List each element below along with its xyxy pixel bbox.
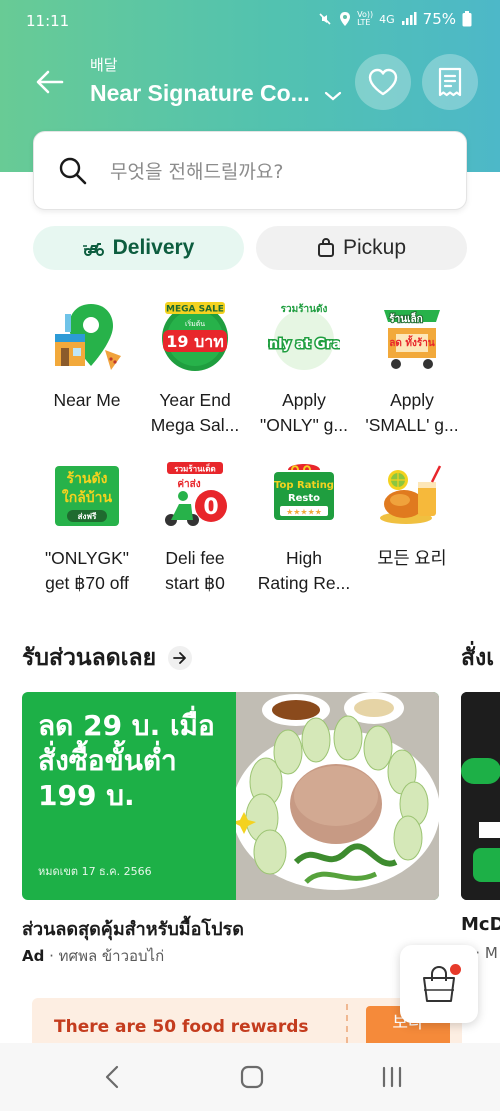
chevron-down-icon — [324, 91, 341, 100]
promo-banner-next[interactable] — [461, 692, 500, 900]
food-photo — [461, 692, 500, 900]
svg-text:★★★★★: ★★★★★ — [286, 508, 322, 517]
nav-recents-icon — [382, 1066, 402, 1088]
svg-text:ลด ทั้งร้าน: ลด ทั้งร้าน — [389, 335, 435, 349]
svg-text:เริ่มต้น: เริ่มต้น — [185, 319, 205, 328]
network-4g-icon: 4G — [379, 12, 395, 26]
system-nav-bar — [0, 1043, 500, 1111]
svg-text:ร้านดัง: ร้านดัง — [67, 471, 108, 487]
promo-banner-text: ลด 29 บ. เมื่อ สั่งซื้อขั้นต่ำ 199 บ. — [38, 709, 215, 812]
map-pin-store-icon — [51, 300, 123, 372]
category-only-at-grab[interactable]: รวมร้านดัง Only at Grab Apply "ONLY" g..… — [250, 300, 358, 438]
category-label: Deli fee start ฿0 — [165, 548, 225, 593]
battery-icon — [462, 11, 472, 27]
search-placeholder: 무엇을 전해드릴까요? — [110, 161, 284, 183]
search-icon — [59, 157, 87, 184]
favorites-button[interactable] — [355, 54, 411, 110]
scooter-icon — [82, 243, 104, 256]
promo-banner[interactable]: ลด 29 บ. เมื่อ สั่งซื้อขั้นต่ำ 199 บ. หม… — [22, 692, 439, 900]
promo-banner-expiry: หมดเขต 17 ธ.ค. 2566 — [38, 865, 152, 878]
delivery-mode-label: Delivery — [112, 236, 195, 259]
svg-text:ร้านเล็ก: ร้านเล็ก — [389, 311, 422, 325]
orders-button[interactable] — [422, 54, 478, 110]
volte-icon: Vo)) LTE — [357, 10, 374, 27]
next-section-title: สั่งเ — [461, 645, 495, 671]
category-label: Year End Mega Sal... — [150, 390, 240, 435]
back-arrow-icon — [36, 70, 64, 94]
promo-item-meta: Ad · ทศพล ข้าวอบไก่ — [22, 947, 165, 965]
svg-text:MEGA SALE: MEGA SALE — [166, 305, 224, 315]
pickup-mode-button[interactable]: Pickup — [256, 226, 467, 270]
nav-home-button[interactable] — [232, 1061, 272, 1093]
back-button[interactable] — [32, 64, 68, 100]
svg-text:ค่าส่ง: ค่าส่ง — [177, 478, 200, 490]
arrow-right-icon — [168, 646, 193, 670]
category-near-me[interactable]: Near Me — [33, 300, 141, 413]
ad-label: Ad — [22, 947, 45, 965]
category-label: "ONLYGK" get ฿70 off — [44, 548, 130, 593]
small-shop-icon: ร้านเล็ก ลด ทั้งร้าน — [376, 300, 448, 372]
status-time: 11:11 — [26, 12, 70, 30]
svg-text:Resto: Resto — [288, 493, 320, 504]
promo-section-header[interactable]: รับส่วนลดเลย — [22, 640, 193, 676]
mute-icon — [319, 13, 331, 25]
delivery-mode-button[interactable]: Delivery — [33, 226, 244, 270]
all-food-icon — [376, 458, 448, 530]
svg-text:19 บาท: 19 บาท — [166, 332, 224, 351]
svg-text:Top Rating: Top Rating — [274, 480, 334, 491]
category-label: Apply "ONLY" g... — [260, 390, 348, 435]
battery-percent: 75% — [422, 10, 456, 28]
category-label: Apply 'SMALL' g... — [365, 390, 459, 435]
location-selector[interactable]: Near Signature Co... — [90, 80, 342, 107]
svg-text:รวมร้านดัง: รวมร้านดัง — [281, 303, 328, 315]
nav-recents-button[interactable] — [372, 1061, 412, 1093]
category-mega-sale[interactable]: MEGA SALE เริ่มต้น 19 บาท Year End Mega … — [141, 300, 249, 438]
food-photo — [236, 692, 439, 900]
top-rating-icon: Top Rating Resto ★★★★★ — [268, 458, 340, 530]
merchant-name: ทศพล ข้าวอบไก่ — [58, 947, 165, 965]
promo-section-title: รับส่วนลดเลย — [22, 645, 157, 671]
status-bar: 11:11 Vo)) LTE 4G 75% — [0, 0, 500, 44]
svg-text:รวมร้านเด็ด: รวมร้านเด็ด — [174, 463, 215, 474]
category-label: Near Me — [53, 390, 121, 410]
category-onlygk[interactable]: ร้านดัง ใกล้บ้าน ส่งฟรี "ONLYGK" get ฿70… — [33, 458, 141, 596]
status-icons: Vo)) LTE 4G 75% — [317, 10, 472, 28]
location-title: Near Signature Co... — [90, 80, 310, 106]
promo-item-name: ส่วนลดสุดคุ้มสำหรับมื้อโปรด — [22, 919, 244, 940]
receipt-icon — [438, 67, 462, 97]
location-icon — [340, 12, 351, 26]
search-bar[interactable]: 무엇을 전해드릴까요? — [33, 131, 467, 210]
signal-icon — [401, 12, 417, 25]
category-label: High Rating Re... — [257, 548, 351, 593]
pickup-mode-label: Pickup — [342, 236, 407, 259]
only-at-grab-icon: รวมร้านดัง Only at Grab — [256, 300, 352, 372]
svg-text:0: 0 — [203, 495, 218, 520]
category-small-shop[interactable]: ร้านเล็ก ลด ทั้งร้าน Apply 'SMALL' g... — [358, 300, 466, 438]
svg-text:ส่งฟรี: ส่งฟรี — [78, 511, 97, 521]
cart-notification-dot — [450, 964, 461, 975]
mega-sale-icon: MEGA SALE เริ่มต้น 19 บาท — [159, 300, 231, 372]
category-top-rating[interactable]: Top Rating Resto ★★★★★ High Rating Re... — [250, 458, 358, 596]
category-label: 모든 요리 — [377, 548, 447, 568]
delivery-fee-icon: รวมร้านเด็ด ค่าส่ง 0 — [159, 458, 231, 530]
heart-icon — [368, 68, 398, 96]
cart-button[interactable] — [400, 945, 478, 1023]
service-subtitle: 배달 — [90, 56, 118, 74]
nav-back-button[interactable] — [92, 1061, 132, 1093]
nav-back-icon — [105, 1065, 119, 1089]
category-delivery-fee[interactable]: รวมร้านเด็ด ค่าส่ง 0 Deli fee start ฿0 — [141, 458, 249, 596]
svg-text:ใกล้บ้าน: ใกล้บ้าน — [62, 488, 113, 506]
nearby-shop-icon: ร้านดัง ใกล้บ้าน ส่งฟรี — [51, 458, 123, 530]
promo-item-name-next: McD — [461, 914, 500, 935]
category-all-food[interactable]: 모든 요리 — [358, 458, 466, 571]
nav-home-icon — [240, 1065, 264, 1089]
svg-text:Only at Grab: Only at Grab — [268, 337, 340, 352]
bag-icon — [317, 238, 334, 257]
